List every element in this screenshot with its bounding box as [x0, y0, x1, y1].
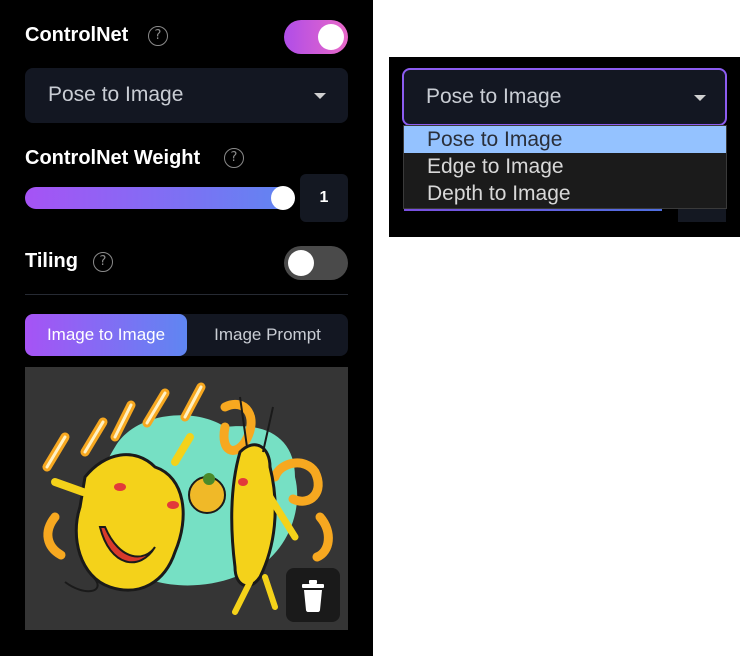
toggle-knob: [288, 250, 314, 276]
controlnet-title: ControlNet: [25, 24, 129, 46]
tab-image-to-image[interactable]: Image to Image: [25, 314, 187, 356]
weight-slider-track[interactable]: [25, 187, 293, 209]
controlnet-mode-options: Pose to Image Edge to Image Depth to Ima…: [403, 125, 727, 209]
controlnet-help-icon[interactable]: ?: [148, 26, 168, 46]
controlnet-weight-title: ControlNet Weight: [25, 147, 201, 169]
toggle-knob: [318, 24, 344, 50]
weight-value-field[interactable]: 1: [300, 174, 348, 222]
tiling-help-icon[interactable]: ?: [93, 252, 113, 272]
trash-icon: [302, 580, 324, 612]
settings-panel: ControlNet ? Pose to Image ControlNet We…: [0, 0, 373, 656]
controlnet-mode-select[interactable]: Pose to Image: [25, 68, 348, 123]
tiling-title: Tiling: [25, 250, 78, 272]
controlnet-toggle[interactable]: [284, 20, 348, 54]
controlnet-weight-help-icon[interactable]: ?: [224, 148, 244, 168]
delete-image-button[interactable]: [286, 568, 340, 622]
controlnet-mode-value: Pose to Image: [426, 85, 562, 108]
dropdown-popup-preview: Pose to Image Pose to Image Edge to Imag…: [389, 57, 740, 237]
tiling-toggle[interactable]: [284, 246, 348, 280]
option-pose-to-image[interactable]: Pose to Image: [404, 126, 726, 153]
controlnet-mode-value: Pose to Image: [48, 83, 184, 106]
chevron-down-icon: [314, 93, 326, 99]
controlnet-mode-select-open[interactable]: Pose to Image: [402, 68, 727, 126]
weight-slider-thumb[interactable]: [271, 186, 295, 210]
option-depth-to-image[interactable]: Depth to Image: [404, 180, 726, 207]
image-mode-tabs: Image to Image Image Prompt: [25, 314, 348, 356]
option-edge-to-image[interactable]: Edge to Image: [404, 153, 726, 180]
divider: [25, 294, 348, 295]
chevron-down-icon: [694, 95, 706, 101]
tab-image-prompt[interactable]: Image Prompt: [187, 314, 348, 356]
